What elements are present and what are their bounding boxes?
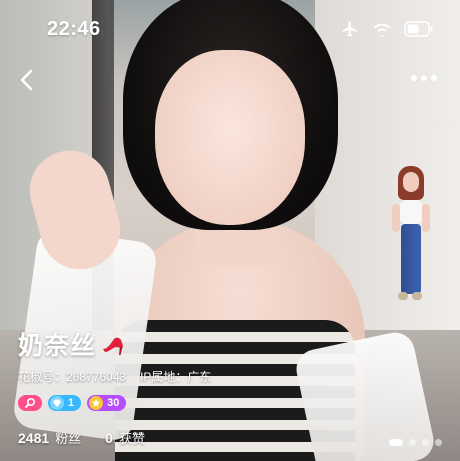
star-badge[interactable]: 30 [87, 395, 127, 411]
avatar-figure[interactable] [392, 166, 430, 306]
likes-label[interactable]: 获赞 [119, 428, 145, 447]
chevron-left-icon[interactable] [14, 66, 42, 94]
high-heel-icon [103, 337, 124, 355]
more-horizontal-icon[interactable] [410, 70, 438, 86]
diamond-badge-value: 1 [68, 397, 75, 409]
top-nav [0, 60, 460, 100]
level-badge[interactable] [18, 395, 42, 411]
profile-stats: 2481 粉丝 0 获赞 [18, 428, 169, 447]
profile-ip-location: IP属地：广东 [140, 370, 212, 384]
pager-dot[interactable] [422, 439, 429, 446]
airplane-icon [342, 21, 357, 37]
star-badge-value: 30 [107, 397, 120, 409]
fans-label[interactable]: 粉丝 [55, 428, 81, 447]
badge-list: 1 30 [18, 395, 318, 411]
diamond-badge[interactable]: 1 [48, 395, 82, 411]
profile-id: 花椒号：268776043 [18, 370, 127, 384]
profile-info: 奶奈丝 花椒号：268776043 IP属地：广东 1 30 [18, 326, 318, 411]
wifi-icon [374, 23, 390, 37]
diamond-icon [53, 399, 61, 407]
fans-count[interactable]: 2481 [18, 430, 49, 446]
pager-dot[interactable] [435, 439, 442, 446]
pager-dot-active[interactable] [389, 439, 403, 446]
profile-screen: 22:46 奶奈丝 花椒号：268776043 IP属地：广东 1 30 248… [0, 0, 460, 461]
battery-icon [404, 21, 433, 37]
likes-count[interactable]: 0 [105, 430, 113, 446]
pager-dot[interactable] [409, 439, 416, 446]
status-time: 22:46 [47, 18, 101, 40]
search-icon [24, 397, 36, 409]
status-bar: 22:46 [0, 0, 460, 60]
star-icon [91, 398, 101, 407]
profile-name: 奶奈丝 [18, 332, 97, 360]
photo-pager [389, 439, 442, 446]
